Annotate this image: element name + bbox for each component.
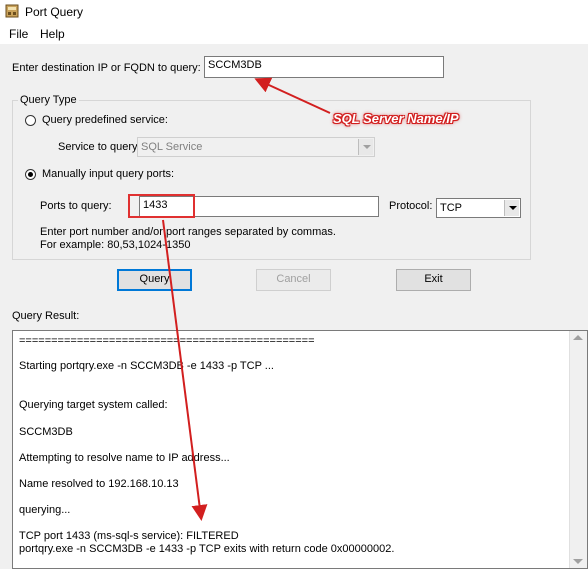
arrow-to-result: [162, 219, 208, 521]
arrow-to-destination: [254, 77, 331, 114]
annotation-arrows: [162, 77, 331, 521]
